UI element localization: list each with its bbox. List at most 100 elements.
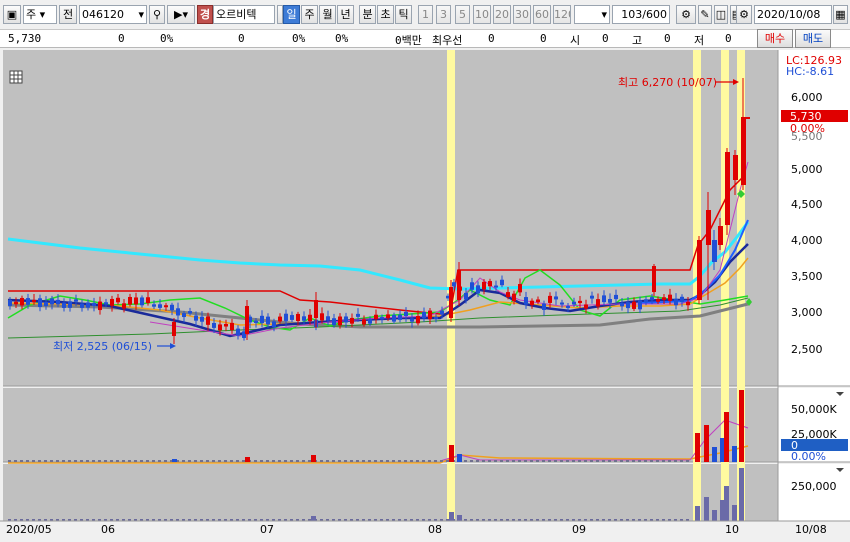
speaker-icon[interactable]: ▶▾ [167, 5, 195, 24]
candle-body [506, 292, 510, 298]
candle-body [662, 297, 666, 300]
price-value: 5,730 [8, 32, 42, 45]
toolbar: ▣ 주 ▾ 전 046120 ▾ ⚲ ▶▾ 경 오르비텍 일 주 월 년 분 초 … [0, 0, 850, 30]
candle-body [449, 287, 453, 318]
volume-bar [188, 460, 191, 462]
candle-body [741, 118, 746, 185]
interval-10[interactable]: 10 [473, 5, 491, 24]
volume-bar [128, 460, 131, 462]
date-field[interactable]: 2020/10/08 [754, 5, 832, 24]
volume-bar [560, 460, 563, 462]
volume-bar [236, 460, 239, 462]
date-label: 08 [428, 523, 442, 536]
volume-bar [266, 460, 269, 462]
tab-second[interactable]: 초 [377, 5, 394, 24]
volume-bar [590, 460, 593, 462]
candle-type-icon[interactable]: ⚙ [676, 5, 696, 24]
candle-body [452, 282, 456, 287]
volume-bar [410, 460, 413, 462]
volume-bar [80, 460, 83, 462]
interval-20[interactable]: 20 [493, 5, 511, 24]
candle-body [134, 297, 138, 305]
price-chart[interactable]: 최고 6,270 (10/07) 최저 2,525 (06/15) LC:126… [0, 49, 850, 539]
layout-icon[interactable]: ▣ [3, 5, 21, 24]
volume-bar [548, 460, 551, 462]
lower-bar [739, 468, 744, 521]
amount-value: 0백만 [395, 34, 422, 47]
sell-button[interactable]: 매도 [795, 29, 831, 48]
volume-bar [464, 460, 467, 462]
volume-bar [608, 460, 611, 462]
code-input[interactable]: 046120 ▾ [79, 5, 147, 24]
candle-body [152, 304, 156, 307]
candle-body [512, 293, 516, 302]
volume-bar [626, 460, 629, 462]
interval-5[interactable]: 5 [455, 5, 470, 24]
candle-body [410, 318, 414, 322]
candle-body [98, 301, 102, 311]
volume-bar [140, 460, 143, 462]
candle-body [524, 297, 528, 305]
lower-bar [457, 515, 462, 521]
interval-60[interactable]: 60 [533, 5, 551, 24]
volume-bar [554, 460, 557, 462]
candle-body [638, 300, 642, 310]
interval-1[interactable]: 1 [418, 5, 433, 24]
candle-body [20, 297, 24, 306]
candle-body [338, 316, 342, 326]
tab-minute[interactable]: 분 [359, 5, 376, 24]
tab-year[interactable]: 년 [337, 5, 354, 24]
volume-tick: 50,000K [791, 403, 837, 416]
search-icon[interactable]: ⚲ [149, 5, 165, 24]
date-label: 2020/05 [6, 523, 52, 536]
tab-week[interactable]: 주 [301, 5, 318, 24]
candle-body [725, 152, 730, 225]
candle-body [614, 294, 618, 300]
candle-body [146, 297, 150, 304]
candle-body [697, 240, 702, 300]
interval-custom-select[interactable]: ▾ [574, 5, 610, 24]
grid-toggle-icon[interactable] [9, 70, 23, 84]
volume-bar [14, 460, 17, 462]
volume-bar [602, 460, 605, 462]
candle-body [260, 315, 264, 324]
volume-bar [62, 460, 65, 462]
count-field[interactable]: 103/600 [612, 5, 670, 24]
volume-bar [434, 460, 437, 462]
volume-bar [457, 454, 462, 462]
gear-icon[interactable]: ⚙ [736, 5, 752, 24]
candle-body [188, 311, 192, 314]
lower-pane [3, 464, 778, 521]
interval-3[interactable]: 3 [436, 5, 451, 24]
volume-bar [290, 460, 293, 462]
save-icon[interactable]: ◫ [714, 5, 728, 24]
volume-bar [362, 460, 365, 462]
draw-icon[interactable]: ✎ [698, 5, 712, 24]
date-label: 07 [260, 523, 274, 536]
tab-month[interactable]: 월 [319, 5, 336, 24]
candle-body [470, 282, 474, 290]
volume-bar [674, 460, 677, 462]
volume-bar [182, 460, 185, 462]
tab-day[interactable]: 일 [283, 5, 300, 24]
candle-body [254, 320, 258, 323]
quote-bar: 5,730 0 0% 0 0% 0% 0백만 최우선 0 0 시 0 고 0 저… [0, 30, 850, 48]
chart-area[interactable]: 최고 6,270 (10/07) 최저 2,525 (06/15) LC:126… [0, 49, 850, 539]
price-tick: 5,000 [791, 163, 823, 176]
candle-body [374, 314, 378, 320]
jeon-button[interactable]: 전 [59, 5, 77, 24]
volume-bar [488, 460, 491, 462]
volume-bar [542, 460, 545, 462]
interval-120[interactable]: 120 [553, 5, 571, 24]
volume-bar [638, 460, 641, 462]
type-select[interactable]: 주 ▾ [23, 5, 57, 24]
volume-bar [242, 460, 245, 462]
buy-button[interactable]: 매수 [757, 29, 793, 48]
calendar-icon[interactable]: ▦ [833, 5, 848, 24]
candle-body [68, 301, 72, 308]
open-value: 0 [602, 32, 609, 45]
tab-tick[interactable]: 틱 [395, 5, 412, 24]
candle-body [626, 302, 630, 309]
candle-body [620, 302, 624, 307]
interval-30[interactable]: 30 [513, 5, 531, 24]
